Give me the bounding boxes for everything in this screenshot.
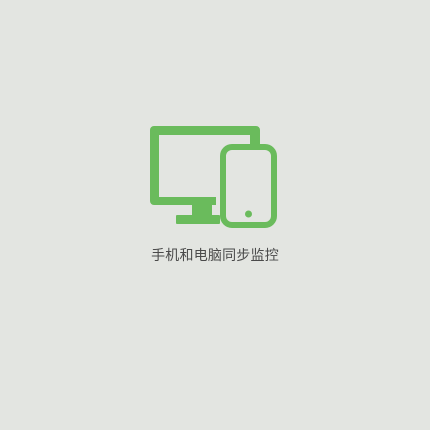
sync-monitoring-feature: 手机和电脑同步监控 bbox=[0, 0, 430, 430]
desktop-and-phone-icon bbox=[150, 126, 277, 228]
feature-label: 手机和电脑同步监控 bbox=[151, 248, 279, 264]
